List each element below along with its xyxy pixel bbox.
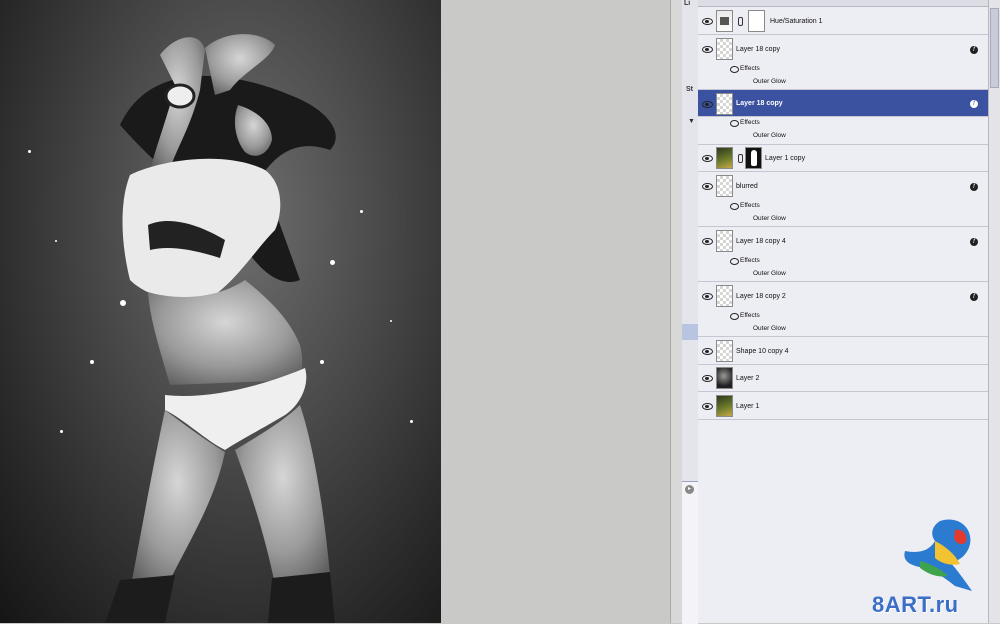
layer-name: Hue/Saturation 1 <box>770 18 823 25</box>
effect-name: Outer Glow <box>753 132 786 139</box>
layer-row-selected[interactable]: Layer 18 copy f <box>698 90 988 117</box>
scrollbar-thumb[interactable] <box>990 8 999 88</box>
eye-icon[interactable] <box>702 18 713 25</box>
layer-name: Shape 10 copy 4 <box>736 348 789 355</box>
image-canvas[interactable] <box>0 0 441 623</box>
layer-thumbnail <box>716 230 733 252</box>
layer-row[interactable]: Layer 18 copy f Effects Outer Glow <box>698 35 988 90</box>
styles-panel-tab-label[interactable]: St <box>686 86 693 93</box>
adjustment-thumbnail <box>716 10 733 32</box>
fx-icon[interactable]: f <box>970 100 978 108</box>
eye-icon[interactable] <box>702 46 713 53</box>
layer-row[interactable]: Layer 2 <box>698 365 988 392</box>
eye-icon[interactable] <box>730 203 739 210</box>
eye-icon[interactable] <box>702 348 713 355</box>
layers-panel-tab-label[interactable]: Li <box>684 0 690 7</box>
eye-icon[interactable] <box>730 120 739 127</box>
layer-thumbnail <box>716 367 733 389</box>
effect-name: Outer Glow <box>753 270 786 277</box>
fx-icon[interactable]: f <box>970 238 978 246</box>
fx-icon[interactable]: f <box>970 46 978 54</box>
layer-name: Layer 1 copy <box>765 155 806 162</box>
layers-panel-options-bar <box>698 0 988 7</box>
layer-thumbnail <box>716 93 733 115</box>
layer-row[interactable]: Layer 18 copy 2 f Effects Outer Glow <box>698 282 988 337</box>
effects-label: Effects <box>740 65 760 72</box>
layer-name: blurred <box>736 183 758 190</box>
eye-icon[interactable] <box>730 258 739 265</box>
layer-row[interactable]: Layer 18 copy 4 f Effects Outer Glow <box>698 227 988 282</box>
layer-name: Layer 1 <box>736 403 760 410</box>
fx-icon[interactable]: f <box>970 293 978 301</box>
eye-icon[interactable] <box>702 293 713 300</box>
layer-mask-thumbnail[interactable] <box>745 147 762 169</box>
chain-link-icon[interactable] <box>738 17 743 26</box>
effects-label: Effects <box>740 202 760 209</box>
layer-name: Layer 18 copy 2 <box>736 293 786 300</box>
layer-name: Layer 18 copy <box>736 100 783 107</box>
eye-icon[interactable] <box>702 101 713 108</box>
layer-name: Layer 18 copy <box>736 46 780 53</box>
layer-row[interactable]: Layer 1 <box>698 392 988 420</box>
collapse-arrow-icon[interactable]: ▼ <box>688 118 695 125</box>
layer-row[interactable]: Shape 10 copy 4 <box>698 337 988 365</box>
layer-thumbnail <box>716 38 733 60</box>
layer-thumbnail <box>716 147 733 169</box>
eye-icon[interactable] <box>702 155 713 162</box>
layer-thumbnail <box>716 395 733 417</box>
layer-mask-thumbnail[interactable] <box>748 10 765 32</box>
effect-name: Outer Glow <box>753 215 786 222</box>
eye-icon[interactable] <box>702 403 713 410</box>
effects-label: Effects <box>740 119 760 126</box>
layer-row[interactable]: blurred f Effects Outer Glow <box>698 172 988 227</box>
eye-icon[interactable] <box>702 238 713 245</box>
eye-icon[interactable] <box>702 375 713 382</box>
dancer-photo <box>105 34 336 623</box>
layer-thumbnail <box>716 340 733 362</box>
play-icon[interactable]: ▸ <box>685 485 694 494</box>
layer-thumbnail <box>716 175 733 197</box>
layer-row[interactable]: Layer 1 copy <box>698 145 988 172</box>
layer-effects-row[interactable]: Effects Outer Glow <box>698 117 988 145</box>
layer-name: Layer 18 copy 4 <box>736 238 786 245</box>
chain-link-icon[interactable] <box>738 154 743 163</box>
effect-name: Outer Glow <box>753 78 786 85</box>
workspace-background <box>441 0 670 623</box>
layer-name: Layer 2 <box>736 375 760 382</box>
effects-label: Effects <box>740 312 760 319</box>
parrot-logo-icon <box>904 519 972 591</box>
panel-bottom-widget: ▸ <box>682 481 698 624</box>
effect-name: Outer Glow <box>753 325 786 332</box>
layer-thumbnail <box>716 285 733 307</box>
eye-icon[interactable] <box>730 66 739 73</box>
eye-icon[interactable] <box>730 313 739 320</box>
layer-row[interactable]: Hue/Saturation 1 <box>698 7 988 35</box>
fx-icon[interactable]: f <box>970 183 978 191</box>
effects-label: Effects <box>740 257 760 264</box>
site-watermark: 8ART.ru <box>872 592 959 617</box>
eye-icon[interactable] <box>702 183 713 190</box>
